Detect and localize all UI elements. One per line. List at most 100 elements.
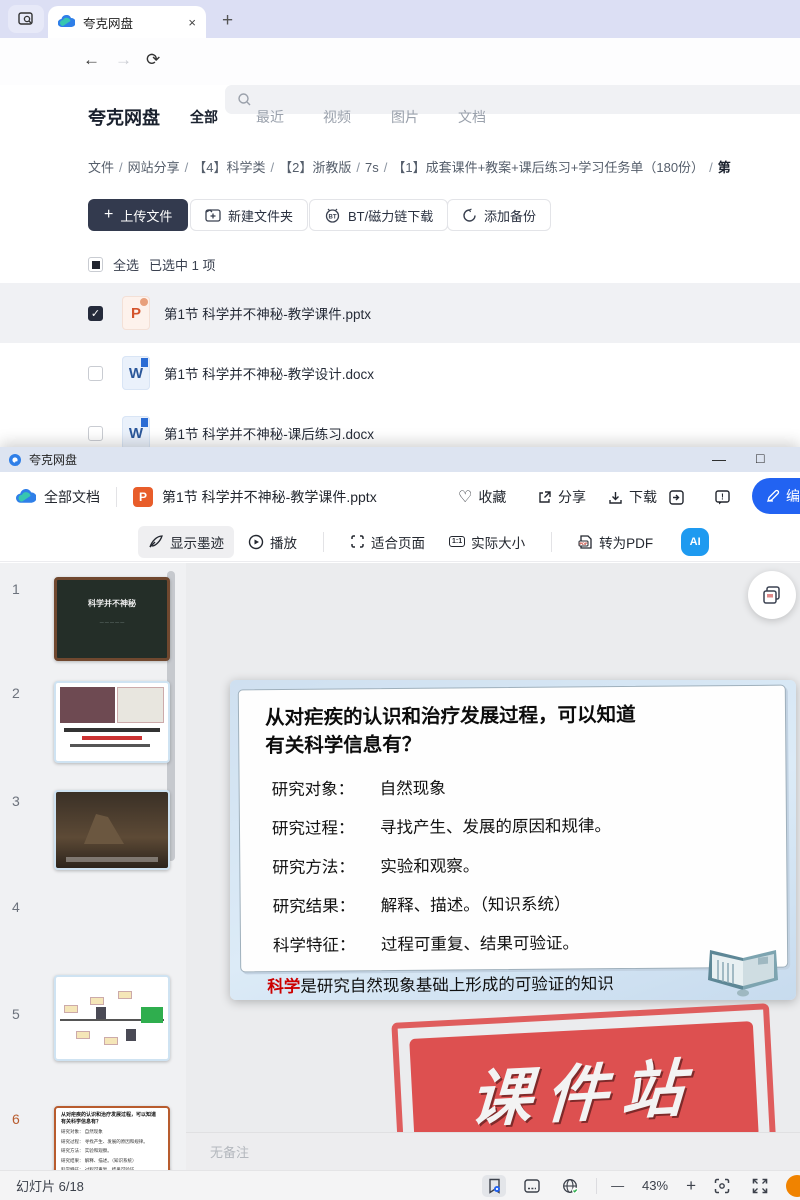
search-input[interactable] [225,85,800,114]
tab-doc[interactable]: 文档 [458,107,486,127]
browser-tab[interactable]: 夸克网盘 × [48,6,206,38]
breadcrumb-current: 第 [718,160,731,175]
thumb-number: 3 [12,793,20,809]
actual-size-button[interactable]: 1:1 实际大小 [439,526,535,558]
slide-row: 研究过程：寻找产生、发展的原因和规律。 [266,810,768,838]
notes-panel[interactable]: 无备注 [186,1132,800,1170]
slide-indicator: 幻灯片 6/18 [16,1176,84,1195]
row-checkbox[interactable] [88,366,103,381]
svg-text:!: ! [721,492,724,501]
focus-mode-icon[interactable] [710,1175,734,1197]
divider [116,487,117,507]
breadcrumb-item[interactable]: 网站分享 [128,160,180,175]
quark-logo-icon [16,489,36,505]
zoom-in-icon[interactable]: + [686,1176,696,1196]
quark-app-icon [8,453,22,467]
browser-navbar: ← → ⟳ [0,38,800,85]
all-docs-button[interactable]: 全部文档 [44,487,100,507]
fit-page-button[interactable]: 适合页面 [340,526,435,558]
edit-button[interactable]: 编辑 [752,478,800,514]
slide-summary: 科学是研究自然现象基础上形成的可验证的知识 系统、研究过程和方法。 [267,969,769,1000]
tab-close-icon[interactable]: × [188,15,196,30]
tab-recent[interactable]: 最近 [256,107,284,127]
upload-button[interactable]: + 上传文件 [88,199,188,231]
select-all-label[interactable]: 全选 [113,255,139,274]
notes-toggle-icon[interactable] [520,1175,544,1197]
divider [551,532,552,552]
tab-search-button[interactable] [8,5,44,33]
favorite-button[interactable]: ♡ 收藏 [458,487,506,507]
slide-thumbnail-3[interactable] [54,790,170,870]
slide-thumbnail-4[interactable] [54,975,170,1061]
breadcrumb-item[interactable]: 【4】科学类 [193,160,265,175]
fullscreen-icon[interactable] [748,1175,772,1197]
select-all-checkbox[interactable] [88,257,103,272]
annotation-toggle-icon[interactable] [482,1175,506,1197]
row-checkbox[interactable] [88,426,103,441]
book-illustration-icon [698,940,788,998]
table-row[interactable]: ✓ P 第1节 科学并不神秘-教学课件.pptx [0,283,800,343]
slide-thumbnail-2[interactable] [54,681,170,763]
file-name[interactable]: 第1节 科学并不神秘-课后练习.docx [164,423,374,443]
play-button[interactable]: 播放 [238,526,307,558]
show-ink-button[interactable]: 显示墨迹 [138,526,234,558]
current-slide[interactable]: 从对疟疾的认识和治疗发展过程，可以知道有关科学信息有？ 研究对象：自然现象 研究… [230,680,796,1000]
pencil-icon [766,489,780,503]
new-folder-button[interactable]: 新建文件夹 [190,199,308,231]
thumb1-title: 科学并不神秘 [88,598,136,609]
share-icon [537,490,552,505]
slide-thumbnail-1[interactable]: 科学并不神秘 — — — — — [54,577,170,661]
maximize-icon[interactable]: □ [756,450,764,466]
new-tab-icon[interactable]: + [222,10,233,32]
file-name[interactable]: 第1节 科学并不神秘-教学设计.docx [164,363,374,383]
tab-image[interactable]: 图片 [391,107,419,127]
breadcrumb-item[interactable]: 【2】浙教版 [279,160,351,175]
app-indicator-icon[interactable] [786,1175,800,1197]
row-checkbox-checked[interactable]: ✓ [88,306,103,321]
play-icon [248,534,264,550]
actual-size-icon: 1:1 [449,536,465,547]
share-button[interactable]: 分享 [537,487,586,507]
bt-download-button[interactable]: BT BT/磁力链下载 [309,199,448,231]
selected-count: 已选中 1 项 [149,255,215,274]
viewer-tools: 显示墨迹 播放 适合页面 1:1 实际大小 [0,522,800,562]
add-backup-button[interactable]: 添加备份 [447,199,551,231]
photo-block [60,687,115,723]
breadcrumb-item[interactable]: 7s [365,160,379,175]
translate-globe-icon[interactable] [558,1175,582,1197]
divider [323,532,324,552]
slide-row: 科学特征：过程可重复、结果可验证。 [267,927,769,955]
plus-icon: + [104,206,113,224]
fit-page-icon [350,534,365,549]
file-name[interactable]: 第1节 科学并不神秘-教学课件.pptx [164,303,371,323]
feedback-icon[interactable]: ! [714,489,731,506]
forward-icon[interactable]: → [115,50,132,70]
zoom-out-icon[interactable]: — [611,1178,624,1193]
breadcrumb-item[interactable]: 【1】成套课件+教案+课后练习+学习任务单（180份） [392,160,704,175]
breadcrumb-item[interactable]: 文件 [88,160,114,175]
tab-all[interactable]: 全部 [190,107,218,127]
status-bar: 幻灯片 6/18 — 43% + [0,1170,800,1200]
page-title: 夸克网盘 [88,104,160,130]
caption-strip [66,857,158,862]
tab-video[interactable]: 视频 [323,107,351,127]
compare-float-button[interactable] [748,571,796,619]
word-file-icon: W [122,356,150,390]
green-box [141,1007,163,1023]
layered-pages-icon [762,585,782,605]
back-icon[interactable]: ← [83,50,100,70]
thumb-number: 2 [12,685,20,701]
stamp-text: 课件站 [468,1037,700,1139]
reload-icon[interactable]: ⟳ [146,50,160,70]
download-button[interactable]: 下载 [608,487,657,507]
breadcrumb: 文件/网站分享/【4】科学类/【2】浙教版/7s/【1】成套课件+教案+课后练习… [88,157,800,176]
slide-row: 研究方法：实验和观察。 [266,849,768,877]
table-row[interactable]: W 第1节 科学并不神秘-教学设计.docx [0,343,800,403]
save-to-drive-icon[interactable] [668,489,685,506]
thumb-number: 4 [12,899,20,915]
minimize-icon[interactable]: — [712,451,726,467]
ai-assistant-button[interactable]: AI [681,528,709,556]
convert-pdf-button[interactable]: PDF 转为PDF [568,526,663,558]
slide-paper: 从对疟疾的认识和治疗发展过程，可以知道有关科学信息有？ 研究对象：自然现象 研究… [238,685,788,973]
word-file-icon: W [122,416,150,450]
